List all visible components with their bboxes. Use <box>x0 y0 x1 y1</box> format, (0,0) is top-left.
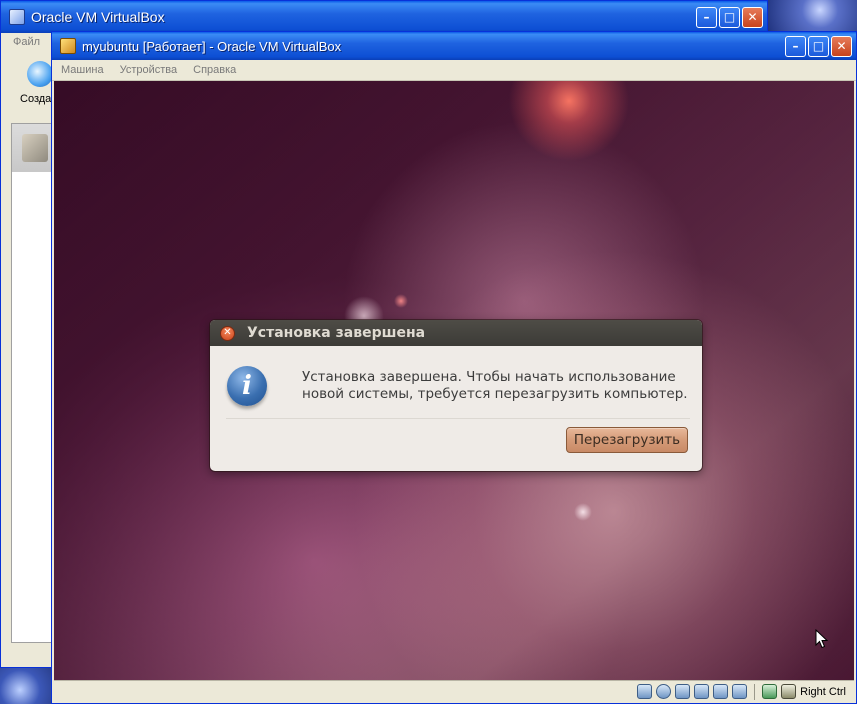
vm-minimize-button[interactable]: – <box>785 35 806 57</box>
status-separator <box>754 683 756 700</box>
vm-maximize-button[interactable]: □ <box>808 35 829 57</box>
dialog-title: Установка завершена <box>247 325 426 341</box>
minimize-button[interactable]: – <box>696 6 717 28</box>
hard-disk-icon[interactable] <box>637 684 653 699</box>
network-icon[interactable] <box>694 684 710 699</box>
maximize-button[interactable]: □ <box>719 6 740 28</box>
restart-button[interactable]: Перезагрузить <box>566 427 688 453</box>
vm-titlebar[interactable]: myubuntu [Работает] - Oracle VM VirtualB… <box>52 32 856 60</box>
vm-list-item[interactable] <box>12 124 55 172</box>
info-icon: i <box>227 366 267 406</box>
menu-file[interactable]: Файл <box>13 36 40 48</box>
dialog-body: i Установка завершена. Чтобы начать испо… <box>210 346 702 471</box>
keyboard-capture-icon[interactable] <box>781 684 797 699</box>
usb-icon[interactable] <box>675 684 691 699</box>
close-icon: ✕ <box>836 39 847 53</box>
dialog-titlebar[interactable]: ✕ Установка завершена <box>210 320 702 346</box>
new-vm-icon <box>27 61 53 87</box>
close-button[interactable]: ✕ <box>742 6 763 28</box>
display-icon[interactable] <box>732 684 748 699</box>
minimize-icon: – <box>792 39 799 53</box>
bokeh-light <box>574 503 592 521</box>
menu-devices[interactable]: Устройства <box>120 60 178 80</box>
dialog-message: Установка завершена. Чтобы начать исполь… <box>302 369 688 402</box>
new-vm-label: Созда <box>20 93 52 105</box>
maximize-icon: □ <box>723 10 736 24</box>
vm-window[interactable]: myubuntu [Работает] - Oracle VM VirtualB… <box>51 31 857 704</box>
vm-os-icon <box>22 134 48 162</box>
manager-title: Oracle VM VirtualBox <box>31 9 165 25</box>
maximize-icon: □ <box>812 39 825 53</box>
virtualbox-icon <box>9 9 25 25</box>
menu-machine[interactable]: Машина <box>61 60 104 80</box>
close-icon: ✕ <box>223 327 232 338</box>
vm-menubar: Машина Устройства Справка <box>52 60 856 81</box>
new-vm-button[interactable]: Созда <box>11 61 53 111</box>
guest-screen[interactable]: ✕ Установка завершена i Установка заверш… <box>54 81 854 680</box>
shared-folders-icon[interactable] <box>713 684 729 699</box>
dialog-close-button[interactable]: ✕ <box>220 325 235 341</box>
minimize-icon: – <box>703 10 710 24</box>
vm-status-bar: Right Ctrl <box>54 680 854 702</box>
mouse-integration-icon[interactable] <box>762 684 778 699</box>
mouse-cursor-icon <box>815 629 829 649</box>
vm-window-title: myubuntu [Работает] - Oracle VM VirtualB… <box>82 38 342 54</box>
vm-window-icon <box>60 38 76 54</box>
menu-help[interactable]: Справка <box>193 60 236 80</box>
vm-list[interactable] <box>11 123 56 643</box>
vm-close-button[interactable]: ✕ <box>831 35 852 57</box>
optical-drive-icon[interactable] <box>656 684 672 699</box>
close-icon: ✕ <box>747 10 758 24</box>
install-complete-dialog[interactable]: ✕ Установка завершена i Установка заверш… <box>210 320 702 471</box>
dialog-divider <box>226 418 690 419</box>
manager-titlebar[interactable]: Oracle VM VirtualBox – □ ✕ <box>1 1 767 33</box>
bokeh-light <box>394 294 408 308</box>
host-key-label: Right Ctrl <box>800 685 846 698</box>
